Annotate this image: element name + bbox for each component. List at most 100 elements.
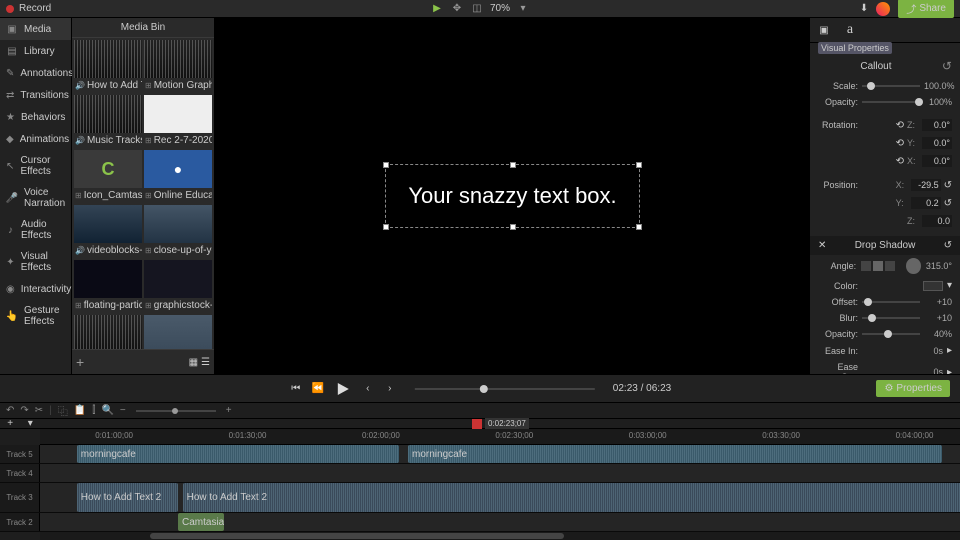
resize-handle[interactable]: [383, 224, 389, 230]
scale-slider[interactable]: [862, 85, 920, 87]
rot-z-icon[interactable]: ⟲: [896, 120, 904, 131]
canvas[interactable]: Your snazzy text box.: [215, 18, 810, 374]
track-header[interactable]: Track 3: [0, 483, 40, 512]
ds-opacity-slider[interactable]: [862, 333, 920, 335]
media-item[interactable]: ⊞Icon_Camtasia...: [73, 149, 143, 204]
properties-button[interactable]: ⚙Properties: [876, 380, 950, 397]
media-item[interactable]: 🔊breakbeat_MJ...: [73, 314, 143, 349]
undo-button[interactable]: ↶: [6, 405, 14, 416]
reset-x-icon[interactable]: ↺: [944, 180, 952, 191]
pos-x-input[interactable]: [911, 179, 941, 191]
record-button[interactable]: Record: [19, 3, 51, 14]
track-content[interactable]: morningcafemorningcafe: [40, 445, 960, 463]
track-header[interactable]: Track 2: [0, 513, 40, 531]
sidebar-item-interactivity[interactable]: ◉Interactivity: [0, 278, 71, 300]
resize-handle[interactable]: [636, 224, 642, 230]
zoom-out-button[interactable]: 🔍: [101, 405, 113, 416]
opacity-value[interactable]: 100%: [924, 97, 952, 107]
clip[interactable]: How to Add Text 2: [77, 483, 178, 512]
ds-opacity-value[interactable]: 40%: [924, 329, 952, 339]
split-button[interactable]: ⫿: [92, 405, 95, 416]
pos-y-input[interactable]: [911, 197, 941, 209]
pos-z-input[interactable]: [922, 215, 952, 227]
track-content[interactable]: How to Add Text 2How to Add Text 2: [40, 483, 960, 512]
sidebar-item-audio-effects[interactable]: ♪Audio Effects: [0, 214, 71, 246]
media-item[interactable]: ⊞floating-particl...: [73, 259, 143, 314]
sidebar-item-animations[interactable]: ◆Animations: [0, 128, 71, 150]
clip[interactable]: How to Add Text 2: [183, 483, 960, 512]
rot-x-input[interactable]: [922, 155, 952, 167]
zoom-level[interactable]: 70%: [490, 3, 510, 14]
visual-props-tab[interactable]: ▣: [816, 22, 832, 38]
share-button[interactable]: ⤴Share: [898, 0, 954, 18]
add-media-button[interactable]: +: [76, 354, 84, 370]
next-marker-button[interactable]: ›: [383, 382, 397, 396]
sidebar-item-cursor-effects[interactable]: ↖Cursor Effects: [0, 150, 71, 182]
media-item[interactable]: 🔊videoblocks-wi...: [73, 204, 143, 259]
track-header[interactable]: Track 5: [0, 445, 40, 463]
clip[interactable]: Camtasia: [178, 513, 224, 531]
media-item[interactable]: 🔊Music Tracks -...: [73, 94, 143, 149]
avatar[interactable]: [876, 2, 890, 16]
step-back-button[interactable]: ⏪: [311, 382, 325, 396]
angle-value[interactable]: 315.0°: [925, 261, 952, 271]
angle-control[interactable]: [860, 261, 896, 271]
clip[interactable]: morningcafe: [408, 445, 942, 463]
reset-icon[interactable]: ↺: [942, 59, 952, 73]
text-callout[interactable]: Your snazzy text box.: [385, 164, 639, 228]
hand-icon[interactable]: ✥: [450, 2, 464, 16]
blur-value[interactable]: +10: [924, 313, 952, 323]
media-item[interactable]: ⊞Rec 2-7-2020 1: [143, 94, 213, 149]
sidebar-item-media[interactable]: ▣Media: [0, 18, 71, 40]
sidebar-item-gesture-effects[interactable]: 👆Gesture Effects: [0, 300, 71, 332]
pointer-icon[interactable]: ▶: [430, 2, 444, 16]
media-item[interactable]: ⊞graphicstock-c...: [143, 259, 213, 314]
list-view-icon[interactable]: ☰: [201, 357, 210, 368]
prev-clip-button[interactable]: ⏮: [289, 382, 303, 396]
paste-button[interactable]: 📋: [74, 405, 86, 416]
reset-y-icon[interactable]: ↺: [944, 198, 952, 209]
rot-x-icon[interactable]: ⟲: [896, 156, 904, 167]
timeline-scrollbar[interactable]: [40, 532, 960, 540]
track-header[interactable]: Track 4: [0, 464, 40, 482]
resize-handle[interactable]: [383, 162, 389, 168]
media-item[interactable]: ⊞close-up-of-yo...: [143, 204, 213, 259]
angle-dial[interactable]: [906, 258, 921, 274]
reset-effect-icon[interactable]: ↺: [944, 240, 952, 251]
sidebar-item-visual-effects[interactable]: ✦Visual Effects: [0, 246, 71, 278]
media-item[interactable]: ⊞Online Educati...: [143, 149, 213, 204]
media-item[interactable]: ⊞efsa-1-11-1269: [143, 314, 213, 349]
media-item[interactable]: 🔊How to Add Te...: [73, 39, 143, 94]
easein-stepper[interactable]: ▸: [947, 345, 952, 356]
track-menu-button[interactable]: ▾: [28, 418, 33, 429]
grid-view-icon[interactable]: ▦: [189, 357, 198, 368]
add-track-button[interactable]: +: [7, 418, 13, 429]
offset-slider[interactable]: [862, 301, 920, 303]
rot-z-input[interactable]: [922, 119, 952, 131]
zoom-plus[interactable]: +: [226, 405, 232, 416]
sidebar-item-voice-narration[interactable]: 🎤Voice Narration: [0, 182, 71, 214]
callout-text[interactable]: Your snazzy text box.: [408, 183, 616, 209]
sidebar-item-annotations[interactable]: ✎Annotations: [0, 62, 71, 84]
track-content[interactable]: [40, 464, 960, 482]
scrub-bar[interactable]: [415, 388, 595, 390]
resize-handle[interactable]: [636, 162, 642, 168]
easein-value[interactable]: 0s: [915, 346, 943, 356]
rot-y-icon[interactable]: ⟲: [896, 138, 904, 149]
crop-icon[interactable]: ◫: [470, 2, 484, 16]
text-props-tab[interactable]: a: [842, 22, 858, 38]
resize-handle[interactable]: [510, 162, 516, 168]
download-icon[interactable]: ⬇: [860, 3, 868, 14]
prev-marker-button[interactable]: ‹: [361, 382, 375, 396]
resize-handle[interactable]: [510, 224, 516, 230]
redo-button[interactable]: ↷: [20, 405, 28, 416]
copy-button[interactable]: ⿻: [58, 403, 68, 418]
color-dropdown-icon[interactable]: ▾: [947, 280, 952, 291]
zoom-slider[interactable]: [136, 410, 216, 412]
scale-value[interactable]: 100.0%: [924, 81, 952, 91]
offset-value[interactable]: +10: [924, 297, 952, 307]
play-button[interactable]: [333, 379, 353, 399]
remove-effect-button[interactable]: ✕: [818, 240, 826, 251]
media-item[interactable]: ⊞Motion Graphi...: [143, 39, 213, 94]
sidebar-item-transitions[interactable]: ⇄Transitions: [0, 84, 71, 106]
